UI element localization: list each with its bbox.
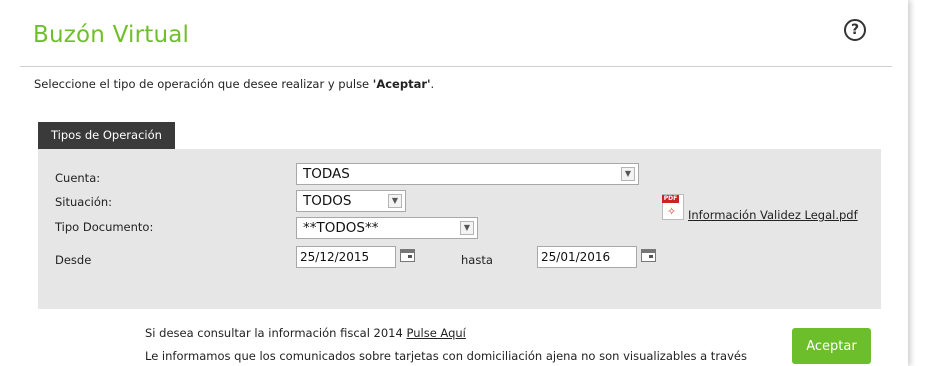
situacion-value: TODOS	[303, 193, 352, 209]
pdf-icon-tag: PDF	[662, 195, 679, 203]
chevron-down-icon: ▼	[388, 194, 402, 208]
notice-text: Le informamos que los comunicados sobre …	[145, 349, 747, 363]
chevron-down-icon: ▼	[460, 221, 474, 235]
intro-text: Seleccione el tipo de operación que dese…	[34, 77, 434, 91]
fiscal-info-prefix: Si desea consultar la información fiscal…	[145, 326, 407, 340]
tipo-documento-label: Tipo Documento:	[55, 220, 154, 234]
situacion-select[interactable]: TODOS ▼	[296, 190, 406, 212]
acrobat-icon: ✧	[667, 205, 677, 218]
cuenta-label: Cuenta:	[55, 171, 101, 185]
calendar-icon[interactable]	[641, 249, 656, 262]
chevron-down-icon: ▼	[621, 167, 635, 181]
tipo-documento-select[interactable]: **TODOS** ▼	[296, 217, 478, 239]
title-divider	[20, 66, 892, 67]
cuenta-select[interactable]: TODAS ▼	[296, 163, 639, 185]
intro-bold: 'Aceptar'	[372, 77, 431, 91]
situacion-label: Situación:	[55, 195, 113, 209]
pdf-link[interactable]: Información Validez Legal.pdf	[688, 208, 858, 222]
hasta-date-input[interactable]: 25/01/2016	[537, 246, 637, 268]
desde-date-input[interactable]: 25/12/2015	[296, 246, 396, 268]
hasta-label: hasta	[461, 253, 493, 267]
fiscal-info-text: Si desea consultar la información fiscal…	[145, 326, 466, 340]
buzon-panel: Buzón Virtual ? Seleccione el tipo de op…	[0, 0, 908, 366]
cuenta-value: TODAS	[303, 166, 350, 182]
page-title: Buzón Virtual	[33, 22, 190, 48]
pdf-icon[interactable]: PDF ✧	[662, 194, 684, 220]
intro-suffix: .	[430, 77, 435, 91]
tipo-documento-value: **TODOS**	[303, 220, 379, 236]
calendar-icon[interactable]	[400, 249, 415, 262]
desde-label: Desde	[55, 253, 92, 267]
intro-prefix: Seleccione el tipo de operación que dese…	[34, 77, 373, 91]
pulse-aqui-link[interactable]: Pulse Aquí	[406, 326, 465, 340]
accept-button[interactable]: Aceptar	[792, 328, 871, 364]
tab-tipos-operacion[interactable]: Tipos de Operación	[38, 122, 175, 149]
help-icon[interactable]: ?	[844, 19, 866, 41]
